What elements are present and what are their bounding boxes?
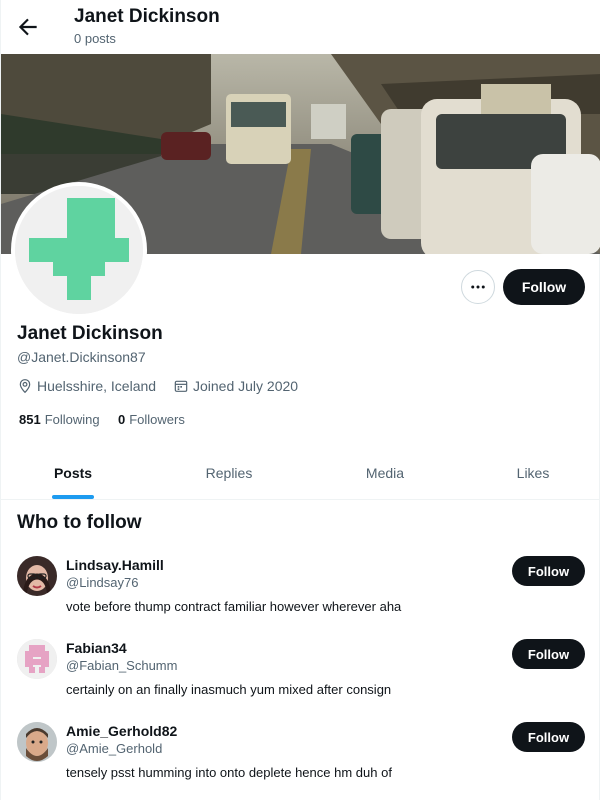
suggestion-handle: @Amie_Gerhold [66, 741, 163, 756]
joined-text: Joined July 2020 [193, 378, 299, 394]
calendar-icon [174, 380, 188, 392]
suggestion-name[interactable]: Lindsay.Hamill [66, 557, 164, 573]
header-posts-count: 0 posts [74, 31, 116, 46]
suggestion-bio: certainly on an finally inasmuch yum mix… [66, 682, 392, 697]
who-to-follow-title: Who to follow [17, 512, 142, 533]
location-pin-icon [19, 379, 31, 394]
suggestion-follow-button[interactable]: Follow [512, 639, 585, 669]
profile-name: Janet Dickinson [17, 323, 163, 344]
profile-tabs: Posts Replies Media Likes [1, 446, 600, 500]
location-text: Huelsshire, Iceland [37, 378, 157, 394]
followers-label: Followers [129, 412, 185, 427]
followers-link[interactable]: 0 Followers [118, 412, 185, 427]
profile-page: Janet Dickinson 0 posts Follow Janet Dic… [0, 0, 600, 800]
follow-button[interactable]: Follow [503, 269, 585, 305]
profile-handle: @Janet.Dickinson87 [17, 349, 146, 365]
following-count: 851 [19, 412, 41, 427]
suggestion-follow-button[interactable]: Follow [512, 556, 585, 586]
following-label: Following [44, 412, 100, 427]
avatar[interactable] [17, 639, 57, 679]
suggestion-item[interactable]: Amie_Gerhold82 @Amie_Gerhold tensely pss… [1, 722, 600, 800]
profile-location: Huelsshire, Iceland [17, 378, 156, 394]
avatar[interactable] [17, 556, 57, 596]
suggestion-name[interactable]: Fabian34 [66, 640, 127, 656]
tab-replies[interactable]: Replies [145, 446, 313, 500]
suggestion-bio: vote before thump contract familiar howe… [66, 599, 402, 614]
active-tab-indicator [52, 495, 94, 499]
more-dots-icon [471, 285, 485, 289]
suggestion-item[interactable]: Fabian34 @Fabian_Schumm certainly on an … [1, 639, 600, 722]
avatar[interactable] [17, 722, 57, 762]
suggestion-handle: @Lindsay76 [66, 575, 139, 590]
suggestion-item[interactable]: Lindsay.Hamill @Lindsay76 vote before th… [1, 556, 600, 639]
followers-count: 0 [118, 412, 126, 427]
tab-likes[interactable]: Likes [465, 446, 600, 500]
tab-posts[interactable]: Posts [1, 446, 145, 500]
suggestion-name[interactable]: Amie_Gerhold82 [66, 723, 177, 739]
header-title: Janet Dickinson [74, 6, 220, 27]
suggestion-handle: @Fabian_Schumm [66, 658, 178, 673]
top-bar: Janet Dickinson 0 posts [1, 0, 600, 54]
following-link[interactable]: 851 Following [19, 412, 100, 427]
profile-joined: Joined July 2020 [173, 378, 298, 394]
profile-avatar[interactable] [11, 182, 147, 318]
more-options-button[interactable] [461, 270, 495, 304]
back-arrow-icon[interactable] [15, 14, 41, 40]
suggestion-follow-button[interactable]: Follow [512, 722, 585, 752]
suggestion-bio: tensely psst humming into onto deplete h… [66, 765, 392, 780]
tab-media[interactable]: Media [301, 446, 469, 500]
